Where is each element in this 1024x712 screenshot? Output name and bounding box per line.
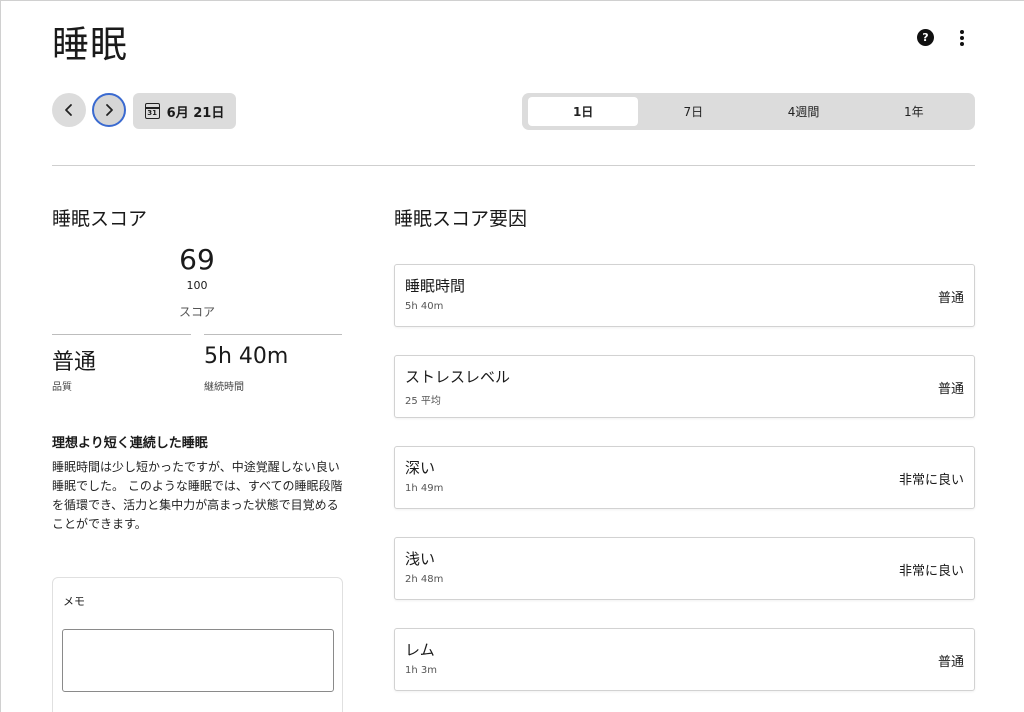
- memo-card: メモ: [52, 577, 343, 712]
- score-factors-title: 睡眠スコア要因: [394, 208, 528, 230]
- factor-name: 睡眠時間: [405, 277, 466, 295]
- score-max: 100: [186, 279, 208, 292]
- factor-name: 浅い: [405, 550, 436, 568]
- tab-1-day[interactable]: 1日: [528, 97, 639, 126]
- chevron-left-icon: [65, 104, 72, 116]
- factor-detail: 1h 3m: [405, 665, 437, 676]
- factor-card-light-sleep[interactable]: 浅い 2h 48m 非常に良い: [394, 537, 975, 600]
- quality-value: 普通: [52, 350, 97, 375]
- page-title: 睡眠: [52, 23, 128, 66]
- quality-divider: [52, 334, 191, 335]
- factor-name: レム: [405, 641, 435, 659]
- duration-caption: 継続時間: [204, 382, 244, 393]
- factor-detail: 25 平均: [405, 396, 441, 407]
- chevron-right-icon: [106, 104, 113, 116]
- sleep-score-title: 睡眠スコア: [52, 208, 148, 230]
- factor-card-rem-sleep[interactable]: レム 1h 3m 普通: [394, 628, 975, 691]
- help-circle-icon[interactable]: ?: [917, 29, 934, 46]
- header-divider: [52, 165, 975, 166]
- factor-detail: 5h 40m: [405, 301, 444, 312]
- tab-7-days[interactable]: 7日: [638, 97, 748, 126]
- calendar-icon: 31: [144, 103, 160, 119]
- factor-card-stress-level[interactable]: ストレスレベル 25 平均 普通: [394, 355, 975, 418]
- duration-divider: [204, 334, 342, 335]
- insight-body: 睡眠時間は少し短かったですが、中途覚醒しない良い睡眠でした。 このような睡眠では…: [52, 460, 343, 531]
- factor-rating: 非常に良い: [898, 564, 964, 579]
- factor-detail: 1h 49m: [405, 483, 444, 494]
- factor-name: ストレスレベル: [405, 368, 511, 386]
- duration-value: 5h 40m: [204, 344, 289, 369]
- window-top-border: [0, 0, 1024, 1]
- date-picker-button[interactable]: 31 6月 21日: [133, 93, 236, 129]
- date-label: 6月 21日: [166, 105, 225, 121]
- tab-4-weeks[interactable]: 4週間: [749, 97, 859, 126]
- help-glyph: ?: [922, 31, 929, 44]
- factor-name: 深い: [405, 459, 436, 477]
- previous-day-button[interactable]: [52, 93, 86, 127]
- score-value: 69: [179, 243, 215, 276]
- more-vertical-icon[interactable]: [954, 27, 970, 49]
- tab-1-year[interactable]: 1年: [859, 97, 969, 126]
- memo-input[interactable]: [62, 629, 334, 692]
- score-label: スコア: [178, 305, 215, 319]
- range-tabs: 1日 7日 4週間 1年: [522, 93, 975, 130]
- factor-detail: 2h 48m: [405, 574, 444, 585]
- factor-card-sleep-time[interactable]: 睡眠時間 5h 40m 普通: [394, 264, 975, 327]
- factor-rating: 普通: [937, 655, 964, 670]
- factor-rating: 普通: [937, 291, 964, 306]
- quality-caption: 品質: [52, 382, 72, 393]
- memo-label: メモ: [63, 595, 85, 608]
- insight-title: 理想より短く連続した睡眠: [52, 436, 208, 451]
- window-left-border: [0, 0, 1, 712]
- factor-rating: 非常に良い: [898, 473, 964, 488]
- factor-card-deep-sleep[interactable]: 深い 1h 49m 非常に良い: [394, 446, 975, 509]
- factor-rating: 普通: [937, 382, 964, 397]
- next-day-button[interactable]: [92, 93, 126, 127]
